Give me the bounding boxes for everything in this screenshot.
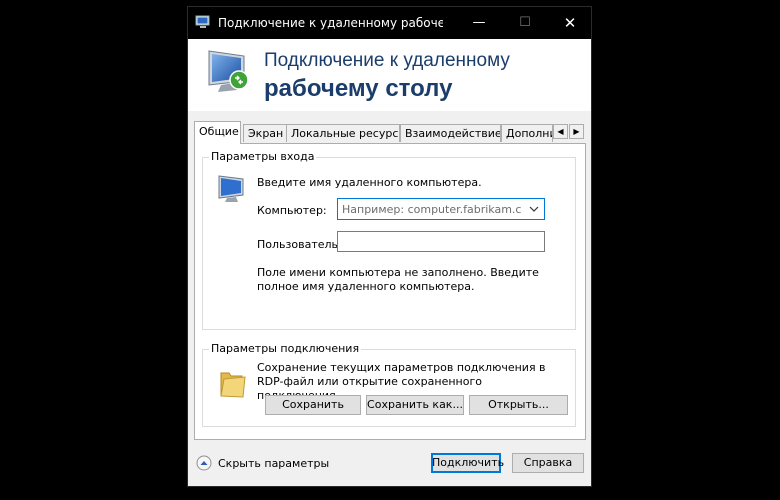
remote-desktop-monitor-icon <box>208 50 249 92</box>
tab-local-resources[interactable]: Локальные ресурсы <box>286 124 400 142</box>
tab-display[interactable]: Экран <box>243 124 287 142</box>
connection-settings-group: Параметры подключения Сохранение текущих… <box>202 342 576 427</box>
header-banner: Подключение к удаленному рабочему столу <box>188 39 591 111</box>
tab-advanced[interactable]: Дополнительно <box>501 124 553 142</box>
tab-strip: Общие Экран Локальные ресурсы Взаимодейс… <box>194 121 586 144</box>
chevron-up-circle-icon[interactable] <box>196 455 212 471</box>
title-bar[interactable]: Подключение к удаленному рабочему сто...… <box>188 7 591 39</box>
folder-icon <box>220 372 246 398</box>
save-button[interactable]: Сохранить <box>265 395 361 415</box>
open-button[interactable]: Открыть... <box>469 395 568 415</box>
computer-combobox[interactable] <box>337 198 545 220</box>
computer-label: Компьютер: <box>257 204 327 217</box>
maximize-button[interactable]: ☐ <box>502 7 548 39</box>
minimize-button[interactable]: — <box>456 7 502 39</box>
hide-params-label[interactable]: Скрыть параметры <box>218 457 329 470</box>
window-title: Подключение к удаленному рабочему сто... <box>218 16 443 30</box>
login-group-title: Параметры входа <box>209 150 317 163</box>
login-settings-group: Параметры входа Введите имя удаленного к… <box>202 150 576 330</box>
tab-general[interactable]: Общие <box>194 121 241 144</box>
login-prompt: Введите имя удаленного компьютера. <box>257 176 482 189</box>
computer-input[interactable] <box>340 201 522 217</box>
close-button[interactable]: ✕ <box>547 7 593 39</box>
user-label: Пользователь: <box>257 238 342 251</box>
user-input[interactable] <box>337 231 545 252</box>
login-error-message: Поле имени компьютера не заполнено. Введ… <box>257 266 539 293</box>
header-title-line2: рабочему столу <box>264 75 453 102</box>
tab-scroll-left-button[interactable]: ◀ <box>553 124 568 139</box>
connect-button[interactable]: Подключить <box>431 453 504 473</box>
help-button[interactable]: Справка <box>512 453 584 473</box>
tab-panel-general: Параметры входа Введите имя удаленного к… <box>194 143 586 440</box>
tab-experience[interactable]: Взаимодействие <box>400 124 501 142</box>
connection-group-title: Параметры подключения <box>209 342 362 355</box>
tab-scroll-right-button[interactable]: ▶ <box>569 124 584 139</box>
save-as-button[interactable]: Сохранить как... <box>366 395 464 415</box>
app-icon <box>195 15 210 28</box>
computer-icon <box>218 175 244 202</box>
chevron-down-icon[interactable] <box>528 202 540 216</box>
rdp-window: Подключение к удаленному рабочему сто...… <box>187 6 592 487</box>
header-title-line1: Подключение к удаленному <box>264 50 510 71</box>
